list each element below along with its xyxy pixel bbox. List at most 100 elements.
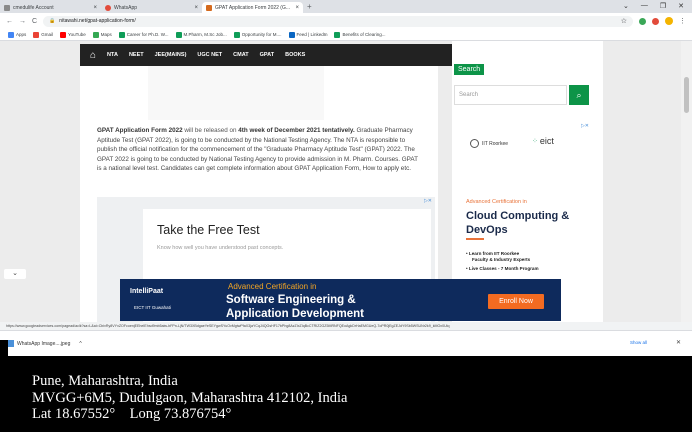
adchoices-icon[interactable]: ▷✕: [581, 123, 589, 129]
nav-item-books[interactable]: BOOKS: [285, 52, 305, 58]
nav-item-neet[interactable]: NEET: [129, 52, 144, 58]
geotag-coordinates: Lat 18.67552° Long 73.876754°: [32, 406, 232, 422]
nav-item-gpat[interactable]: GPAT: [260, 52, 274, 58]
home-icon[interactable]: ⌂: [90, 50, 96, 61]
bookmark-apps[interactable]: Apps: [8, 31, 26, 38]
tab-label: WhatsApp: [114, 4, 138, 11]
close-tab-icon[interactable]: ×: [295, 5, 299, 11]
restore-icon[interactable]: ❐: [660, 2, 666, 10]
intellipaat-logo: IntelliPaat: [130, 288, 164, 295]
extension-icon[interactable]: [652, 17, 659, 25]
article-paragraph: GPAT Application Form 2022 will be relea…: [97, 127, 418, 173]
download-item[interactable]: WhatsApp Image....jpeg ^: [8, 340, 82, 347]
ad-adv-label: Advanced Certification in: [466, 199, 527, 205]
bookmark-mpharm[interactable]: M.Pharm, M.Sc Job...: [175, 31, 227, 38]
nav-item-jee[interactable]: JEE(MAINS): [155, 52, 187, 58]
eict-logo: ⁘ eict: [532, 136, 554, 146]
arrow-icon: [233, 31, 240, 38]
tab-favicon: [206, 4, 212, 11]
ad-title[interactable]: Take the Free Test: [157, 223, 260, 237]
ad-course-title[interactable]: Cloud Computing & DevOps: [466, 209, 586, 237]
maps-icon: [92, 31, 99, 38]
bookmark-linkedin[interactable]: Feed | LinkedIn: [288, 31, 327, 38]
close-download-bar-icon[interactable]: ✕: [676, 339, 681, 346]
close-tab-icon[interactable]: ×: [93, 5, 97, 11]
close-window-icon[interactable]: ✕: [678, 2, 684, 10]
close-tab-icon[interactable]: ×: [194, 5, 198, 11]
url-text[interactable]: nitawahi.net/gpat-application-form/: [59, 18, 135, 24]
linkedin-icon: [288, 31, 295, 38]
banner-adv-label: Advanced Certification in: [228, 282, 317, 291]
bookmark-career[interactable]: Career for Ph.D. W...: [118, 31, 169, 38]
bookmark-benefits[interactable]: Benefits of Clearing...: [334, 31, 386, 38]
article-image-placeholder: [148, 66, 324, 120]
menu-icon[interactable]: ⋮: [679, 17, 686, 25]
eict-dots-icon: ⁘: [532, 138, 538, 145]
new-tab-button[interactable]: +: [307, 2, 312, 13]
forward-icon[interactable]: →: [19, 18, 26, 25]
extension-icon[interactable]: [639, 17, 646, 25]
banner-headline: Software Engineering & Application Develo…: [226, 294, 365, 320]
ad-bullet: Faculty & Industry Experts: [472, 257, 531, 262]
nav-item-nta[interactable]: NTA: [107, 52, 118, 58]
geotag-address: MVGG+6M5, Dudulgaon, Maharashtra 412102,…: [32, 389, 348, 406]
download-bar: WhatsApp Image....jpeg ^ Show all ✕: [0, 330, 692, 356]
bottom-banner-ad[interactable]: IntelliPaat EICT IIT Guwahati Advanced C…: [120, 279, 561, 321]
tab-cmedulife[interactable]: cmedulife Account ×: [0, 2, 101, 13]
toolbar: ← → C 🔒 nitawahi.net/gpat-application-fo…: [0, 13, 692, 29]
reload-icon[interactable]: C: [32, 18, 37, 25]
show-all-button[interactable]: Show all: [630, 340, 647, 345]
bookmark-gmail[interactable]: Gmail: [33, 31, 53, 38]
geotag-place: Pune, Maharashtra, India: [32, 373, 178, 389]
enroll-now-button[interactable]: Enroll Now: [488, 294, 544, 309]
profile-avatar[interactable]: [665, 17, 673, 25]
star-icon[interactable]: ☆: [621, 17, 627, 25]
tab-favicon: [4, 4, 10, 11]
web-page: ⌂ NTA NEET JEE(MAINS) UGC NET CMAT GPAT …: [0, 41, 681, 322]
search-heading: Search: [454, 64, 485, 75]
status-bar-url: https://www.googleadservices.com/pagead/…: [0, 322, 692, 330]
ad-subtitle: Know how well you have understood past c…: [157, 245, 284, 251]
tab-label: GPAT Application Form 2022 (G...: [215, 4, 291, 11]
adchoices-icon[interactable]: ▷✕: [424, 198, 432, 204]
search-button[interactable]: ⌕: [569, 85, 589, 105]
youtube-icon: [60, 31, 67, 38]
bookmark-opportunity[interactable]: Opportunity for M....: [233, 31, 282, 38]
nav-item-ugc-net[interactable]: UGC NET: [197, 52, 222, 58]
article-lead: GPAT Application Form 2022: [97, 127, 183, 134]
tab-whatsapp[interactable]: WhatsApp ×: [101, 2, 202, 13]
minimize-icon[interactable]: —: [641, 2, 648, 10]
image-file-icon: [8, 340, 14, 347]
arrow-icon: [175, 31, 182, 38]
chevron-up-icon[interactable]: ^: [79, 341, 81, 347]
geotag-overlay: Pune, Maharashtra, India MVGG+6M5, Dudul…: [0, 356, 692, 432]
iit-roorkee-logo: IIT Roorkee: [470, 139, 508, 148]
window-controls: ⌄ — ❐ ✕: [615, 0, 692, 12]
eict-guwahati-label: EICT IIT Guwahati: [134, 305, 171, 310]
apps-icon: [8, 31, 14, 38]
arrow-icon: [334, 31, 341, 38]
tab-label: cmedulife Account: [13, 4, 54, 11]
tab-gpat[interactable]: GPAT Application Form 2022 (G... ×: [202, 2, 303, 13]
bookmark-maps[interactable]: Maps: [92, 31, 112, 38]
bookmark-youtube[interactable]: YouTube: [60, 31, 86, 38]
address-bar[interactable]: 🔒 nitawahi.net/gpat-application-form/ ☆: [43, 15, 633, 27]
scrollbar-thumb[interactable]: [684, 77, 689, 113]
page-scrollbar[interactable]: [681, 41, 692, 322]
photo-edge: [0, 340, 8, 356]
tab-search-icon[interactable]: ⌄: [623, 2, 629, 10]
lock-icon: 🔒: [49, 18, 56, 24]
iit-emblem-icon: [470, 139, 479, 148]
nav-item-cmat[interactable]: CMAT: [233, 52, 248, 58]
collapse-ad-button[interactable]: ⌄: [4, 269, 26, 279]
back-icon[interactable]: ←: [6, 18, 13, 25]
ad-underline: [466, 238, 484, 240]
browser-tab-bar: cmedulife Account × WhatsApp × GPAT Applic…: [0, 0, 692, 13]
release-date: 4th week of December 2021 tentatively.: [238, 127, 355, 134]
ad-bullet: • Live Classes - 7 Month Program: [466, 266, 539, 271]
search-input[interactable]: Search: [454, 85, 567, 105]
bookmarks-bar: Apps Gmail YouTube Maps Career for Ph.D.…: [0, 29, 692, 41]
gmail-icon: [33, 31, 40, 38]
tab-favicon: [105, 4, 111, 11]
arrow-icon: [118, 31, 125, 38]
